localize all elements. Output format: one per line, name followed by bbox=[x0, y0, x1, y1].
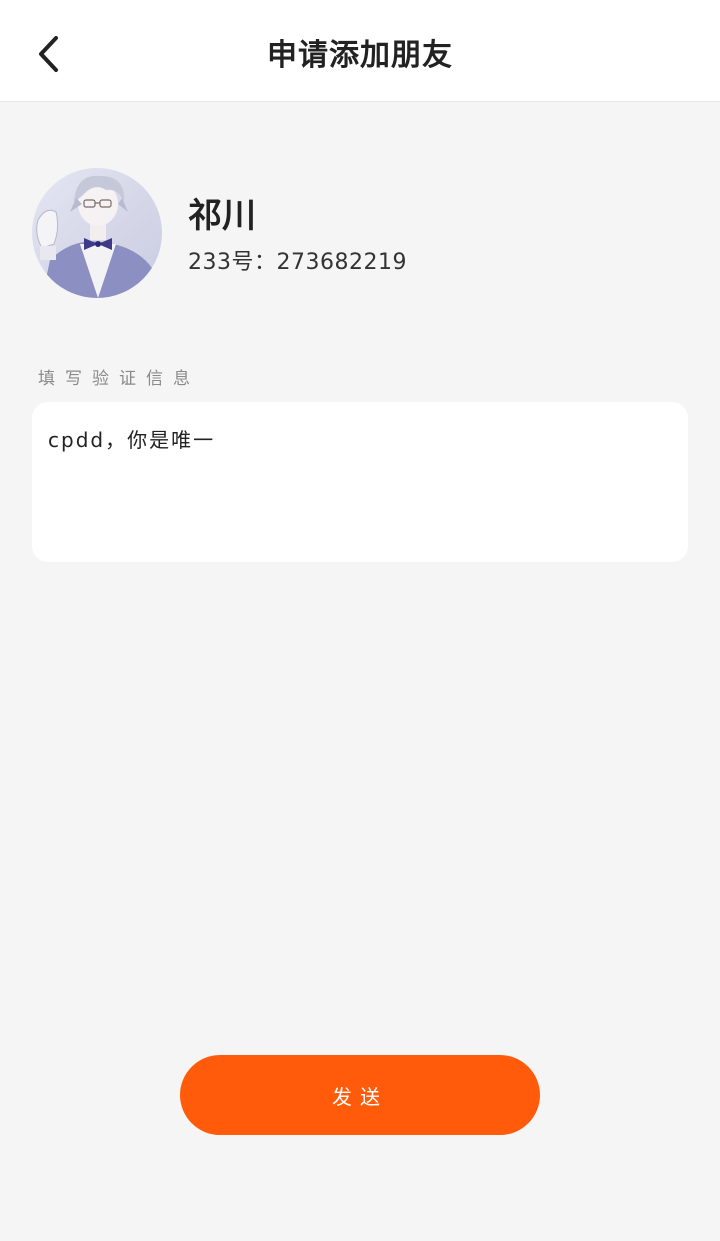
verification-message-text: cpdd，你是唯一 bbox=[48, 428, 216, 452]
profile-id: 233号：273682219 bbox=[188, 250, 407, 275]
avatar[interactable] bbox=[32, 168, 162, 298]
send-button-label: 发送 bbox=[332, 1084, 388, 1109]
page-title: 申请添加朋友 bbox=[267, 38, 453, 73]
send-button[interactable]: 发送 bbox=[180, 1055, 540, 1135]
user-avatar-image bbox=[32, 168, 162, 298]
top-bar: 申请添加朋友 bbox=[0, 0, 720, 102]
profile-name: 祁川 bbox=[188, 196, 256, 236]
profile-card: 祁川 233号：273682219 bbox=[32, 168, 688, 298]
verification-label: 填写验证信息 bbox=[38, 369, 200, 389]
verification-message-input[interactable]: cpdd，你是唯一 bbox=[32, 402, 688, 562]
